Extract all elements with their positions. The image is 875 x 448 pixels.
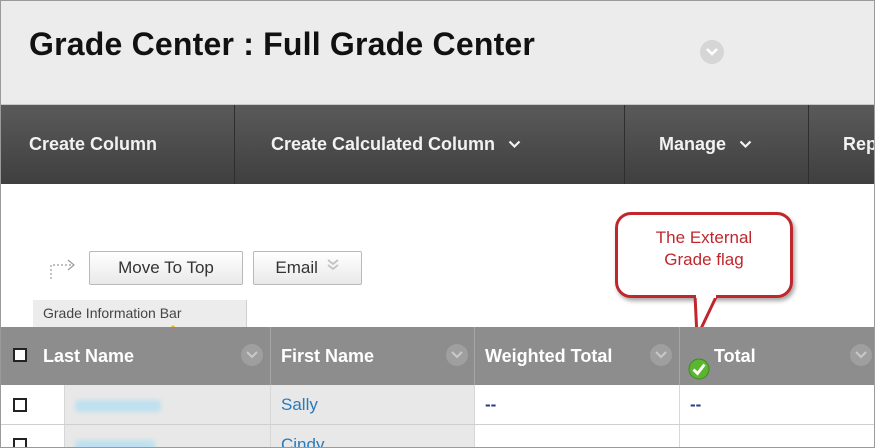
column-header-weighted-total[interactable]: Weighted Total <box>475 327 680 385</box>
column-header-last-name[interactable]: Last Name <box>1 327 271 385</box>
column-title-first-name: First Name <box>281 346 375 366</box>
last-name-cell[interactable] <box>65 425 271 447</box>
row-select-cell <box>1 385 65 424</box>
redacted-last-name <box>75 399 161 412</box>
reports-menu[interactable]: Rep <box>809 105 875 184</box>
external-grade-flag-icon <box>688 345 710 380</box>
column-title-total: Total <box>714 346 756 366</box>
row-select-cell <box>1 425 65 447</box>
table-row: Cindy <box>1 425 874 447</box>
page-title: Grade Center : Full Grade Center <box>29 26 536 62</box>
manage-menu[interactable]: Manage <box>625 105 809 184</box>
move-arrow-icon <box>47 253 81 284</box>
column-header-total[interactable]: Total <box>680 327 874 385</box>
column-menu-icon[interactable] <box>650 344 672 366</box>
weighted-total-cell[interactable] <box>475 425 680 447</box>
table-row: Sally -- -- <box>1 385 874 425</box>
title-bar: Grade Center : Full Grade Center <box>1 1 874 105</box>
callout-line-1: The External <box>655 228 753 247</box>
manage-label: Manage <box>659 134 727 154</box>
column-header-first-name[interactable]: First Name <box>271 327 475 385</box>
row-checkbox[interactable] <box>13 438 27 447</box>
create-column-button[interactable]: Create Column <box>1 105 235 184</box>
total-cell[interactable] <box>680 425 874 447</box>
action-toolbar: Create Column Create Calculated Column M… <box>1 105 874 184</box>
total-cell[interactable]: -- <box>680 385 874 424</box>
email-button[interactable]: Email <box>253 251 362 285</box>
first-name-cell[interactable]: Sally <box>271 385 475 424</box>
email-label: Email <box>275 258 318 277</box>
chevron-down-icon <box>739 104 752 183</box>
redacted-last-name <box>75 439 155 447</box>
callout-line-2: Grade flag <box>664 250 744 269</box>
column-menu-icon[interactable] <box>850 344 872 366</box>
create-column-label: Create Column <box>29 134 158 154</box>
row-checkbox[interactable] <box>13 398 27 412</box>
grid-header-row: Last Name First Name Weighted Total Tota… <box>1 327 874 385</box>
create-calculated-column-menu[interactable]: Create Calculated Column <box>235 105 625 184</box>
create-calculated-column-label: Create Calculated Column <box>271 134 496 154</box>
weighted-total-cell[interactable]: -- <box>475 385 680 424</box>
select-all-checkbox[interactable] <box>13 348 27 362</box>
move-to-top-label: Move To Top <box>118 258 214 277</box>
column-title-weighted-total: Weighted Total <box>485 346 613 366</box>
grade-information-bar[interactable]: Grade Information Bar <box>33 300 247 327</box>
column-menu-icon[interactable] <box>446 344 468 366</box>
grade-center-window: Grade Center : Full Grade Center Create … <box>0 0 875 448</box>
page-options-chevron-icon[interactable] <box>700 40 724 64</box>
last-name-cell[interactable] <box>65 385 271 424</box>
double-chevron-down-icon <box>326 251 340 283</box>
first-name-cell[interactable]: Cindy <box>271 425 475 447</box>
move-to-top-button[interactable]: Move To Top <box>89 251 243 285</box>
column-menu-icon[interactable] <box>241 344 263 366</box>
column-title-last-name: Last Name <box>43 346 135 366</box>
reports-label: Rep <box>843 134 875 154</box>
grade-information-bar-label: Grade Information Bar <box>43 305 182 321</box>
chevron-down-icon <box>508 104 521 183</box>
external-grade-flag-callout: The External Grade flag <box>615 212 793 298</box>
